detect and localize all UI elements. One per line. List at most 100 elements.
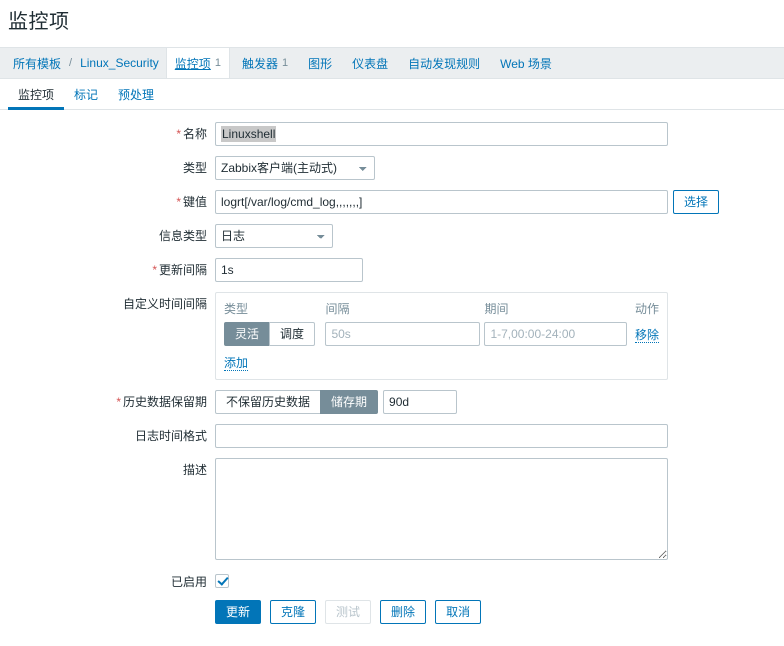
- cell-action: 移除: [631, 322, 659, 346]
- add-interval-link[interactable]: 添加: [224, 356, 249, 371]
- interval-type-toggle: 灵活 调度: [224, 322, 316, 346]
- remove-interval-link[interactable]: 移除: [634, 327, 659, 343]
- period-input[interactable]: [484, 322, 628, 346]
- label-history-text: 历史数据保留期: [122, 395, 207, 409]
- tab-preprocessing-label: 预处理: [118, 87, 155, 102]
- clone-button[interactable]: 克隆: [270, 600, 317, 624]
- label-custom-intervals: 自定义时间间隔: [0, 292, 215, 312]
- form-row-history: * 历史数据保留期 不保留历史数据 储存期: [0, 390, 784, 414]
- label-name-text: 名称: [182, 127, 207, 141]
- nav-item-5[interactable]: Web 场景: [492, 48, 560, 78]
- item-form: *名称 Linuxshell 类型 Zabbix客户端(主动式) *键值 选择: [0, 110, 784, 624]
- required-marker-history: *: [116, 395, 121, 409]
- header-period: 期间: [484, 302, 509, 316]
- key-select-button[interactable]: 选择: [673, 190, 720, 214]
- nav-item-3[interactable]: 仪表盘: [344, 48, 396, 78]
- nav-item-2[interactable]: 图形: [300, 48, 340, 78]
- tab-bar: 监控项 标记 预处理: [0, 79, 784, 110]
- breadcrumb-nav-strip: 所有模板 / Linux_Security 监控项 1 触发器 1 图形 仪表盘 自动发现规…: [0, 47, 784, 79]
- required-marker-key: *: [176, 195, 181, 209]
- required-marker-name: *: [176, 127, 181, 141]
- page-title: 监控项: [8, 11, 70, 33]
- test-button: 测试: [325, 600, 372, 624]
- form-row-log-time-format: 日志时间格式: [0, 424, 784, 448]
- page-header: 监控项: [0, 0, 784, 47]
- label-type: 类型: [0, 156, 215, 176]
- cancel-button[interactable]: 取消: [435, 600, 482, 624]
- type-select[interactable]: Zabbix客户端(主动式): [215, 156, 375, 180]
- label-type-text: 类型: [182, 161, 207, 175]
- header-interval: 间隔: [325, 302, 350, 316]
- name-input-wrapper: Linuxshell: [215, 122, 668, 146]
- name-input[interactable]: [215, 122, 668, 146]
- nav-item-count: 1: [214, 57, 221, 69]
- history-none-button[interactable]: 不保留历史数据: [215, 390, 322, 414]
- nav-items-container: 监控项 1 触发器 1 图形 仪表盘 自动发现规则 Web 场景: [164, 48, 562, 78]
- form-row-update-interval: * 更新间隔: [0, 258, 784, 282]
- tab-tags-label: 标记: [74, 87, 99, 102]
- label-log-time-format-text: 日志时间格式: [134, 429, 207, 443]
- nav-item-1[interactable]: 触发器 1: [234, 48, 296, 78]
- description-textarea[interactable]: [215, 458, 668, 560]
- nav-item-label: 自动发现规则: [408, 56, 481, 71]
- nav-item-0[interactable]: 监控项 1: [165, 48, 230, 78]
- interval-type-scheduling-button[interactable]: 调度: [269, 322, 316, 346]
- label-description-text: 描述: [182, 463, 207, 477]
- label-description: 描述: [0, 458, 215, 478]
- label-key-text: 键值: [182, 195, 207, 209]
- label-update-interval: * 更新间隔: [0, 258, 215, 278]
- interval-type-flexible-button[interactable]: 灵活: [224, 322, 271, 346]
- form-row-name: * 名称 Linuxshell: [0, 122, 784, 146]
- header-action: 动作: [634, 302, 659, 316]
- tab-items[interactable]: 监控项: [8, 79, 65, 110]
- form-row-description: 描述: [0, 458, 784, 560]
- form-row-key: *键值 选择: [0, 190, 784, 214]
- label-name: * 名称: [0, 122, 215, 142]
- breadcrumb-template-name[interactable]: Linux_Security: [75, 48, 164, 78]
- form-row-actions: 更新 克隆 测试 删除 取消: [0, 600, 784, 624]
- required-marker-update-interval: *: [152, 263, 157, 277]
- header-type: 类型: [224, 302, 249, 316]
- tab-tags[interactable]: 标记: [64, 79, 108, 109]
- add-interval-wrapper: 添加: [224, 346, 659, 371]
- custom-intervals-table: 类型 间隔 期间 动作 灵活 调度 50s 1-7,00:00-24:00 移除: [224, 299, 659, 346]
- actions-spacer: [0, 600, 215, 604]
- info-type-select[interactable]: 日志: [215, 224, 333, 248]
- nav-item-label: 触发器: [241, 56, 278, 71]
- history-mode-toggle: 不保留历史数据 储存期: [215, 390, 379, 414]
- nav-item-label: 图形: [308, 56, 333, 71]
- interval-input[interactable]: [325, 322, 481, 346]
- nav-item-4[interactable]: 自动发现规则: [400, 48, 488, 78]
- nav-item-count: 1: [281, 57, 289, 69]
- label-info-type: 信息类型: [0, 224, 215, 244]
- label-history: * 历史数据保留期: [0, 390, 215, 410]
- enabled-checkbox[interactable]: [215, 574, 229, 588]
- history-storage-button[interactable]: 储存期: [320, 390, 379, 414]
- form-row-info-type: 信息类型 日志: [0, 224, 784, 248]
- cell-period-value: [484, 322, 631, 346]
- breadcrumb-separator: /: [69, 57, 73, 69]
- table-row: 灵活 调度 移除: [224, 322, 659, 346]
- update-button[interactable]: 更新: [215, 600, 262, 624]
- tab-items-label: 监控项: [18, 87, 55, 102]
- label-enabled-text: 已启用: [170, 575, 207, 589]
- update-interval-input[interactable]: [215, 258, 363, 282]
- label-key: * 键值: [0, 190, 215, 210]
- history-value-input[interactable]: [383, 390, 458, 414]
- delete-button[interactable]: 删除: [380, 600, 427, 624]
- key-input[interactable]: [215, 190, 668, 214]
- form-row-custom-intervals: 自定义时间间隔 类型 间隔 期间 动作 灵活 调度 50s 1-7,00:00-…: [0, 292, 784, 380]
- cell-interval-value: [325, 322, 484, 346]
- nav-item-label: 仪表盘: [352, 56, 389, 71]
- label-enabled: 已启用: [0, 570, 215, 590]
- form-row-type: 类型 Zabbix客户端(主动式): [0, 156, 784, 180]
- label-log-time-format: 日志时间格式: [0, 424, 215, 444]
- breadcrumb-all-templates[interactable]: 所有模板: [8, 48, 66, 78]
- log-time-format-input[interactable]: [215, 424, 668, 448]
- custom-intervals-header-row: 类型 间隔 期间 动作: [224, 299, 659, 322]
- cell-interval-type: 灵活 调度: [224, 322, 325, 346]
- label-update-interval-text: 更新间隔: [158, 263, 207, 277]
- tab-preprocessing[interactable]: 预处理: [108, 79, 164, 109]
- custom-intervals-box: 类型 间隔 期间 动作 灵活 调度 50s 1-7,00:00-24:00 移除…: [215, 292, 668, 380]
- form-row-enabled: 已启用: [0, 570, 784, 590]
